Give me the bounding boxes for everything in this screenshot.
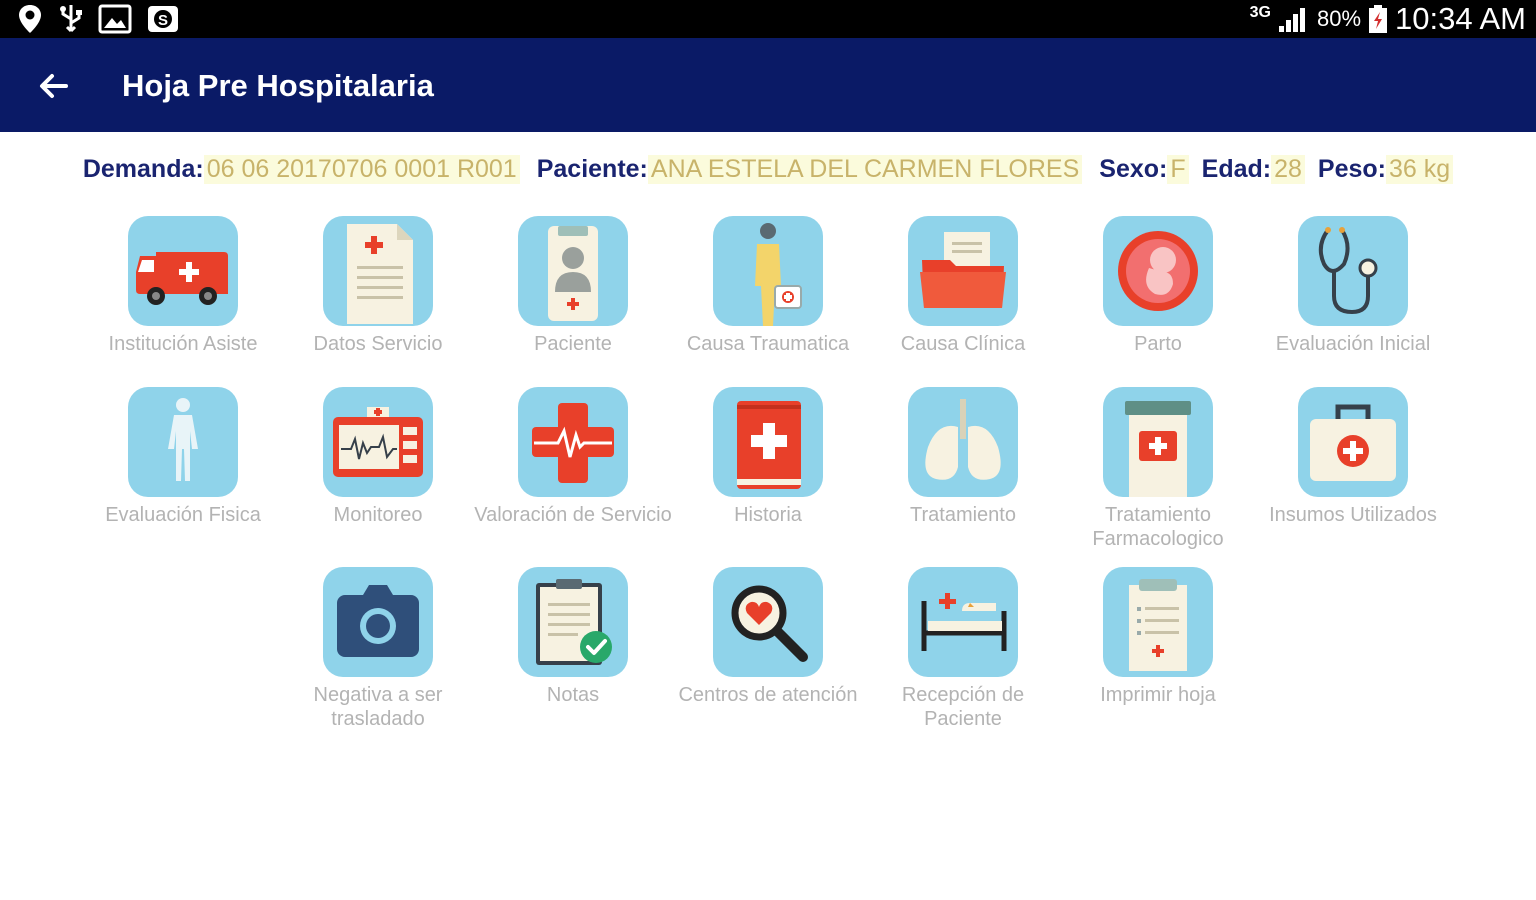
folder-icon — [920, 232, 1006, 308]
tile-label: Insumos Utilizados — [1269, 504, 1437, 526]
camera-icon — [337, 585, 419, 657]
medical-book-icon — [737, 401, 801, 489]
tile-institucion-asiste[interactable]: Institución Asiste — [83, 216, 283, 356]
document-icon — [347, 224, 413, 324]
menu-grid: Institución Asiste Datos Servicio Pacien — [0, 0, 1536, 900]
stethoscope-icon — [1318, 227, 1378, 315]
tile-label: Paciente — [534, 333, 612, 355]
tile-centros-atencion[interactable]: Centros de atención — [668, 567, 868, 707]
tile-insumos-utilizados[interactable]: Insumos Utilizados — [1253, 387, 1453, 527]
medicine-jar-icon — [1125, 401, 1191, 497]
tile-label: Recepción de Paciente — [901, 684, 1025, 730]
ambulance-icon — [136, 252, 228, 305]
tile-label: Causa Clínica — [900, 333, 1026, 355]
tile-label: Institución Asiste — [108, 333, 258, 355]
lungs-icon — [925, 399, 1001, 480]
tile-negativa-trasladado[interactable]: Negativa a ser trasladado — [278, 567, 478, 731]
tile-label: Negativa a ser trasladado — [313, 684, 443, 730]
tile-monitoreo[interactable]: Monitoreo — [278, 387, 478, 527]
tile-label: Parto — [1134, 333, 1182, 355]
tile-label: Datos Servicio — [313, 333, 443, 355]
tile-tratamiento-farmacologico[interactable]: Tratamiento Farmacologico — [1058, 387, 1258, 551]
tile-label: Valoración de Servicio — [474, 504, 672, 526]
tile-historia[interactable]: Historia — [668, 387, 868, 527]
tile-imprimir-hoja[interactable]: Imprimir hoja — [1058, 567, 1258, 707]
injured-person-icon — [755, 223, 802, 326]
hospital-bed-icon — [921, 593, 1007, 651]
first-aid-kit-icon — [1310, 404, 1396, 481]
human-body-icon — [168, 398, 198, 481]
tile-causa-traumatica[interactable]: Causa Traumatica — [668, 216, 868, 356]
magnifier-heart-icon — [731, 585, 808, 662]
medical-cross-icon — [532, 403, 614, 483]
tile-causa-clinica[interactable]: Causa Clínica — [863, 216, 1063, 356]
clipboard-check-icon — [536, 579, 612, 665]
clipboard-list-icon — [1129, 579, 1187, 671]
tile-label: Notas — [546, 684, 600, 706]
tile-evaluacion-inicial[interactable]: Evaluación Inicial — [1253, 216, 1453, 356]
tile-notas[interactable]: Notas — [473, 567, 673, 707]
heart-monitor-icon — [333, 407, 423, 477]
tile-recepcion-paciente[interactable]: Recepción de Paciente — [863, 567, 1063, 731]
tile-parto[interactable]: Parto — [1058, 216, 1258, 356]
patient-badge-icon — [548, 226, 598, 321]
tile-label: Tratamiento — [910, 504, 1016, 526]
tile-paciente[interactable]: Paciente — [473, 216, 673, 356]
tile-label: Imprimir hoja — [1100, 684, 1216, 706]
tile-label: Evaluación Fisica — [105, 504, 261, 526]
tile-label: Causa Traumatica — [686, 333, 850, 355]
tile-label: Centros de atención — [678, 684, 858, 706]
tile-valoracion-servicio[interactable]: Valoración de Servicio — [473, 387, 673, 527]
tile-tratamiento[interactable]: Tratamiento — [863, 387, 1063, 527]
tile-label: Tratamiento Farmacologico — [1092, 504, 1224, 550]
tile-evaluacion-fisica[interactable]: Evaluación Fisica — [83, 387, 283, 527]
tile-label: Evaluación Inicial — [1275, 333, 1431, 355]
tile-label: Monitoreo — [333, 504, 423, 526]
tile-label: Historia — [734, 504, 802, 526]
tile-datos-servicio[interactable]: Datos Servicio — [278, 216, 478, 356]
fetus-icon — [1118, 231, 1198, 311]
